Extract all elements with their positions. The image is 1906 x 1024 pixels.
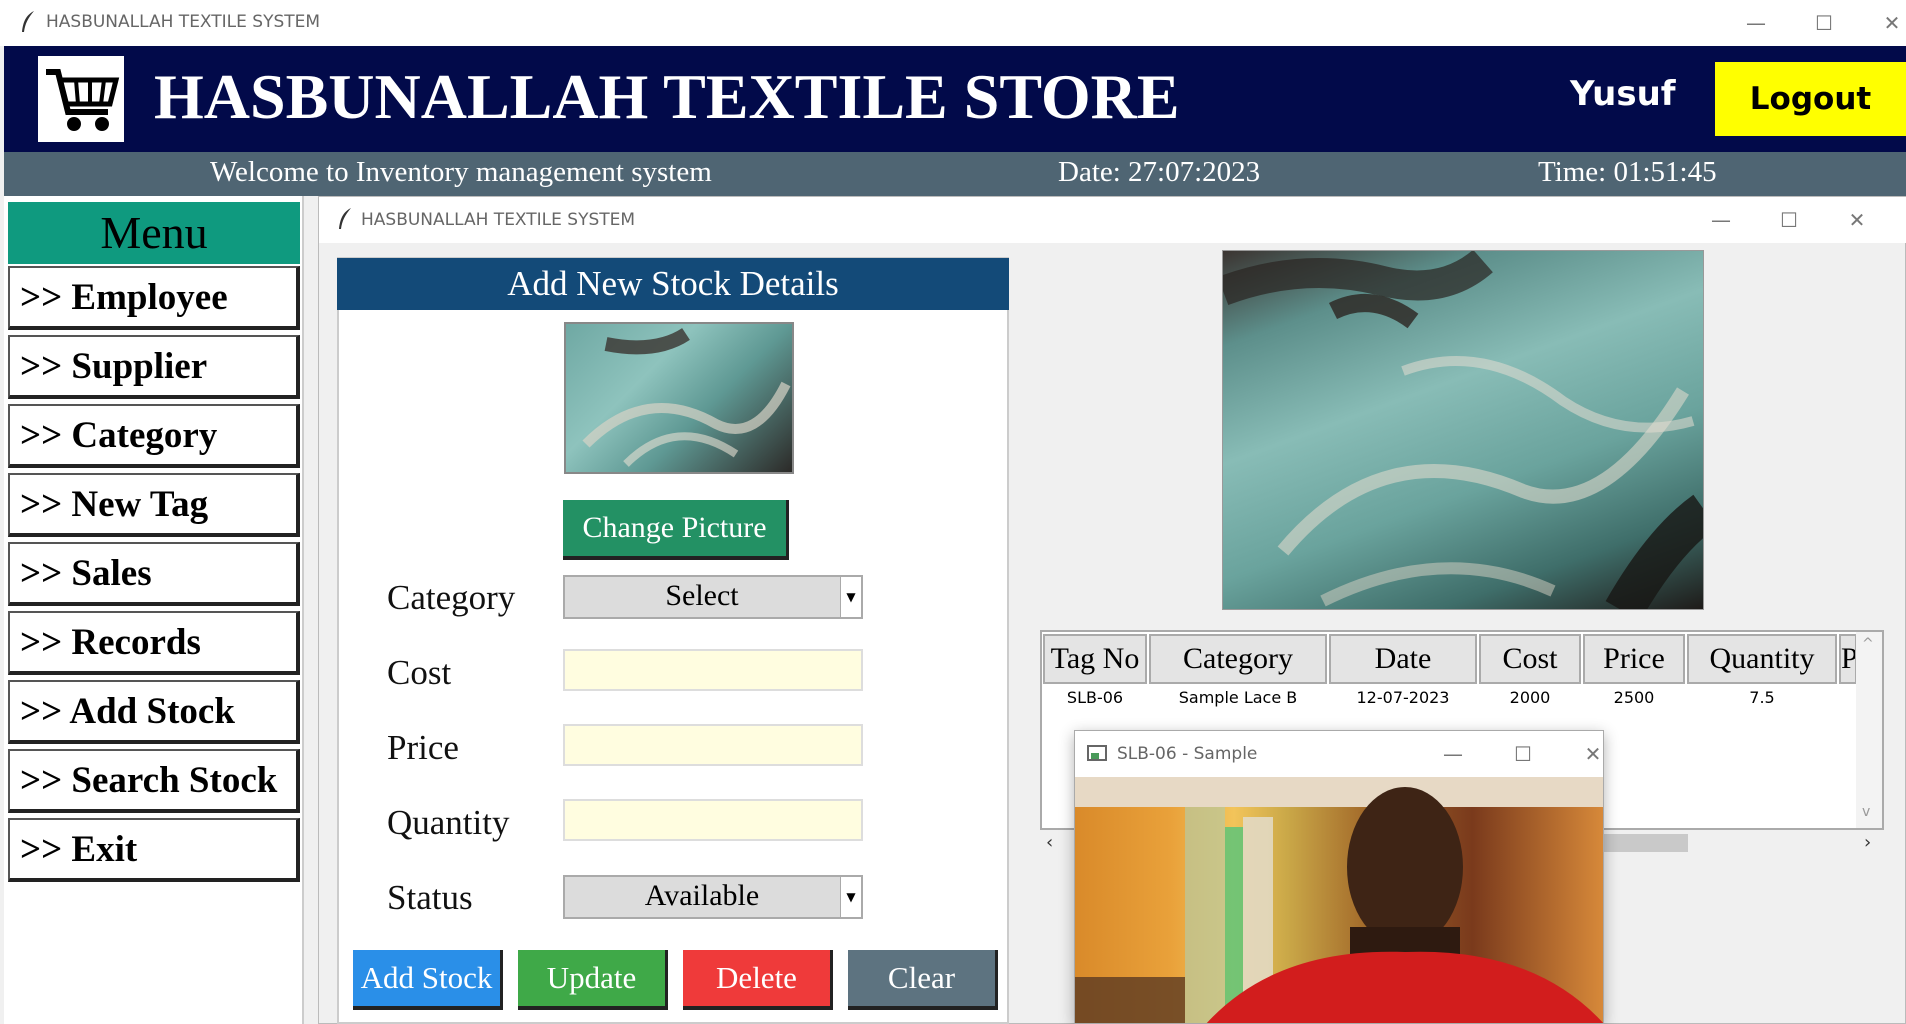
cost-label: Cost — [387, 653, 452, 692]
price-label: Price — [387, 728, 459, 767]
cell-category: Sample Lace B — [1178, 688, 1298, 707]
app-window-titlebar: HASBUNALLAH TEXTILE SYSTEM — ☐ ✕ — [0, 0, 1906, 46]
cell-tag: SLB-06 — [1066, 688, 1124, 707]
fabric-preview-image — [1222, 250, 1704, 610]
scrollbar-thumb[interactable] — [1856, 718, 1882, 720]
webcam-image — [1075, 777, 1603, 1023]
minimize-button[interactable]: — — [1728, 0, 1784, 46]
category-select[interactable]: Select ▼ — [563, 575, 863, 619]
col-quantity[interactable]: Quantity — [1687, 634, 1837, 684]
sample-popup-window: SLB-06 - Sample — ☐ ✕ — [1074, 730, 1604, 1024]
col-p[interactable]: P — [1839, 634, 1857, 684]
table-vertical-scrollbar[interactable]: ^ v — [1856, 632, 1882, 828]
status-label: Status — [387, 878, 473, 917]
stock-minimize-button[interactable]: — — [1693, 197, 1749, 243]
stock-window-title: HASBUNALLAH TEXTILE SYSTEM — [361, 210, 636, 230]
username: Yusuf — [1570, 74, 1676, 114]
status-select-value: Available — [644, 879, 760, 912]
price-input[interactable] — [563, 724, 863, 766]
chevron-down-icon[interactable]: ▼ — [840, 877, 861, 917]
col-tag-no[interactable]: Tag No — [1043, 634, 1147, 684]
sidebar-menu: Menu >> Employee >> Supplier >> Category… — [4, 196, 304, 1024]
update-button[interactable]: Update — [518, 950, 668, 1010]
category-label: Category — [387, 578, 516, 617]
app-window-title: HASBUNALLAH TEXTILE SYSTEM — [46, 12, 321, 32]
cell-price: 2500 — [1613, 688, 1655, 707]
sidebar-item-search-stock[interactable]: >> Search Stock — [8, 749, 300, 813]
add-stock-button[interactable]: Add Stock — [353, 950, 503, 1010]
welcome-text: Welcome to Inventory management system — [210, 156, 712, 188]
sidebar-item-category[interactable]: >> Category — [8, 404, 300, 468]
clear-button[interactable]: Clear — [848, 950, 998, 1010]
sidebar-item-add-stock[interactable]: >> Add Stock — [8, 680, 300, 744]
popup-titlebar: SLB-06 - Sample — ☐ ✕ — [1075, 731, 1603, 777]
scrollbar-thumb[interactable] — [1600, 834, 1688, 852]
fabric-thumbnail — [564, 322, 794, 474]
scroll-left-icon[interactable]: ‹ — [1046, 832, 1053, 853]
date-text: Date: 27:07:2023 — [1058, 156, 1261, 188]
sidebar-item-supplier[interactable]: >> Supplier — [8, 335, 300, 399]
image-window-icon — [1087, 745, 1107, 761]
header-bar: HASBUNALLAH TEXTILE STORE Yusuf Logout — [4, 46, 1906, 152]
feather-icon — [337, 207, 353, 235]
sidebar-item-exit[interactable]: >> Exit — [8, 818, 300, 882]
popup-close-button[interactable]: ✕ — [1565, 731, 1603, 777]
stock-window-titlebar: HASBUNALLAH TEXTILE SYSTEM — ☐ ✕ — [319, 197, 1906, 243]
sidebar-item-new-tag[interactable]: >> New Tag — [8, 473, 300, 537]
quantity-input[interactable] — [563, 799, 863, 841]
cell-quantity: 7.5 — [1749, 688, 1775, 707]
maximize-button[interactable]: ☐ — [1796, 0, 1852, 46]
delete-button[interactable]: Delete — [683, 950, 833, 1010]
sidebar-item-employee[interactable]: >> Employee — [8, 266, 300, 330]
chevron-down-icon[interactable]: ▼ — [840, 577, 861, 617]
stock-maximize-button[interactable]: ☐ — [1761, 197, 1817, 243]
status-bar: Welcome to Inventory management system D… — [4, 152, 1906, 196]
scroll-down-icon[interactable]: v — [1862, 804, 1870, 820]
menu-title: Menu — [8, 202, 300, 264]
col-price[interactable]: Price — [1583, 634, 1685, 684]
shopping-cart-icon — [38, 56, 124, 142]
col-date[interactable]: Date — [1329, 634, 1477, 684]
cost-input[interactable] — [563, 649, 863, 691]
sidebar-item-records[interactable]: >> Records — [8, 611, 300, 675]
scroll-up-icon[interactable]: ^ — [1862, 636, 1874, 652]
popup-minimize-button[interactable]: — — [1425, 731, 1481, 777]
cell-cost: 2000 — [1509, 688, 1551, 707]
col-cost[interactable]: Cost — [1479, 634, 1581, 684]
feather-icon — [20, 10, 36, 38]
popup-maximize-button[interactable]: ☐ — [1495, 731, 1551, 777]
form-title: Add New Stock Details — [337, 258, 1009, 310]
popup-title: SLB-06 - Sample — [1117, 744, 1258, 764]
category-select-value: Select — [665, 579, 739, 612]
cell-date: 12-07-2023 — [1356, 688, 1450, 707]
logout-button[interactable]: Logout — [1715, 62, 1906, 136]
col-category[interactable]: Category — [1149, 634, 1327, 684]
sidebar-item-sales[interactable]: >> Sales — [8, 542, 300, 606]
time-text: Time: 01:51:45 — [1538, 156, 1717, 188]
quantity-label: Quantity — [387, 803, 510, 842]
scroll-right-icon[interactable]: › — [1864, 832, 1871, 853]
stock-close-button[interactable]: ✕ — [1829, 197, 1885, 243]
change-picture-button[interactable]: Change Picture — [563, 500, 789, 560]
store-name: HASBUNALLAH TEXTILE STORE — [154, 61, 1180, 132]
status-select[interactable]: Available ▼ — [563, 875, 863, 919]
close-button[interactable]: ✕ — [1864, 0, 1906, 46]
